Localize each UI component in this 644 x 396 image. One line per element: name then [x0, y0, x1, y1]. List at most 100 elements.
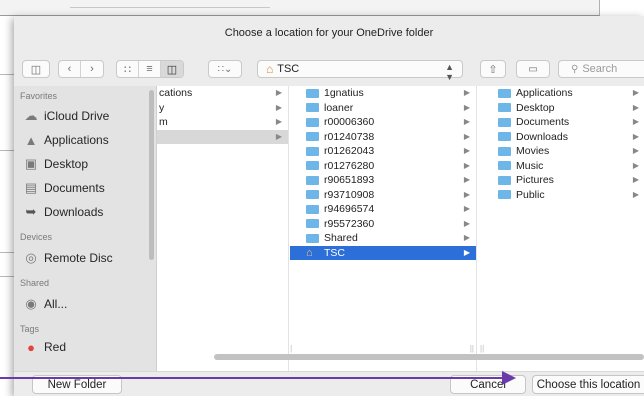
folder-icon [306, 88, 319, 98]
folder-row[interactable]: Documents ▶ [478, 115, 644, 130]
forward-button[interactable]: › [81, 61, 103, 77]
list-item-label: cations [159, 87, 193, 100]
search-icon: ⚲ [571, 63, 579, 75]
sidebar-item-downloads[interactable]: ➥ Downloads [14, 200, 156, 224]
folder-label: TSC [324, 246, 345, 259]
folder-label: r01262043 [324, 145, 375, 158]
share-button[interactable]: ⇧ [480, 60, 506, 78]
horizontal-scrollbar[interactable] [214, 354, 644, 360]
column-resize-handle[interactable]: || [480, 344, 484, 353]
folder-row[interactable]: r90651893 ▶ [290, 173, 476, 188]
chevron-right-icon: ▶ [463, 88, 470, 97]
cloud-icon: ☁ [24, 108, 38, 123]
folder-label: r94696574 [324, 203, 375, 216]
folder-icon [306, 161, 319, 171]
folder-label: Shared [324, 232, 358, 245]
chevron-right-icon: ▶ [632, 175, 639, 184]
tag-button[interactable]: ▭ [516, 60, 550, 78]
disc-icon: ◎ [25, 250, 37, 265]
column-view-button[interactable]: ◫ [161, 61, 183, 77]
column-1: cations ▶ y ▶ m ▶ ▶ [157, 86, 289, 371]
sidebar-item-desktop[interactable]: ▣ Desktop [14, 152, 156, 176]
folder-icon [498, 132, 511, 142]
list-item[interactable]: cations ▶ [157, 86, 288, 101]
search-field[interactable]: ⚲ Search [558, 60, 644, 78]
sidebar-item-remote-disc[interactable]: ◎ Remote Disc [14, 246, 156, 270]
arrange-icon: ∷⌄ [217, 63, 233, 75]
folder-row[interactable]: Music ▶ [478, 159, 644, 174]
list-item-selected[interactable]: ▶ [157, 129, 288, 144]
sidebar-item-label: Applications [44, 133, 109, 147]
background-window [0, 0, 600, 16]
folder-row[interactable]: Public ▶ [478, 188, 644, 203]
sidebar-item-label: Desktop [44, 157, 89, 171]
list-item[interactable]: m ▶ [157, 115, 288, 130]
folder-row[interactable]: Pictures ▶ [478, 173, 644, 188]
folder-icon [498, 103, 511, 113]
sidebar-toggle-button[interactable]: ◫ [22, 60, 50, 78]
background-edge-line [0, 276, 14, 277]
folder-label: Music [516, 159, 544, 172]
folder-row[interactable]: r93710908 ▶ [290, 188, 476, 203]
folder-label: Documents [516, 116, 570, 129]
folder-row[interactable]: r00006360 ▶ [290, 115, 476, 130]
view-mode-control: ∷ ≡ ◫ [116, 60, 184, 78]
chevron-right-icon: ▶ [463, 204, 470, 213]
folder-icon [498, 161, 511, 171]
folder-row[interactable]: r94696574 ▶ [290, 202, 476, 217]
column-resize-handle[interactable]: || [470, 344, 474, 353]
choose-this-location-button[interactable]: Choose this location [532, 375, 644, 394]
sidebar-scrollbar[interactable] [149, 90, 154, 260]
sidebar-item-icloud-drive[interactable]: ☁ iCloud Drive [14, 104, 156, 128]
chevron-right-icon: ▶ [463, 146, 470, 155]
folder-row[interactable]: 1gnatius ▶ [290, 86, 476, 101]
folder-icon [306, 117, 319, 127]
folder-row[interactable]: r95572360 ▶ [290, 217, 476, 232]
background-edge-line [0, 74, 14, 75]
folder-row[interactable]: loaner ▶ [290, 101, 476, 116]
sidebar-item-tag-red[interactable]: ● Red [14, 338, 156, 356]
sidebar-item-label: Remote Disc [44, 251, 113, 265]
background-edge-line [0, 252, 14, 253]
chevron-right-icon: ▶ [463, 218, 470, 228]
chevron-right-icon: ▶ [632, 88, 639, 97]
folder-row[interactable]: Shared ▶ [290, 231, 476, 246]
downloads-icon: ➥ [25, 204, 37, 219]
list-item-label: y [159, 101, 165, 114]
folder-label: r00006360 [324, 116, 375, 129]
folder-icon [306, 132, 319, 142]
sidebar-item-all[interactable]: ◉ All... [14, 292, 156, 316]
icon-view-button[interactable]: ∷ [117, 61, 139, 77]
sidebar-item-applications[interactable]: ▲ Applications [14, 128, 156, 152]
list-view-button[interactable]: ≡ [139, 61, 161, 77]
folder-row[interactable]: Movies ▶ [478, 144, 644, 159]
folder-row[interactable]: Applications ▶ [478, 86, 644, 101]
folder-icon [306, 219, 319, 229]
arrange-button[interactable]: ∷⌄ [208, 60, 242, 78]
chevron-right-icon: ▶ [275, 102, 282, 112]
folder-row[interactable]: Desktop ▶ [478, 101, 644, 116]
back-button[interactable]: ‹ [59, 61, 81, 77]
path-label: TSC [277, 63, 300, 75]
dialog-footer: New Folder Cancel Choose this location [14, 371, 644, 396]
folder-row[interactable]: r01240738 ▶ [290, 130, 476, 145]
folder-icon [498, 190, 511, 200]
chevron-right-icon: ▶ [463, 247, 470, 257]
column-resize-handle[interactable]: || [290, 344, 292, 353]
folder-row[interactable]: Downloads ▶ [478, 130, 644, 145]
folder-row[interactable]: r01262043 ▶ [290, 144, 476, 159]
folder-label: r90651893 [324, 174, 375, 187]
folder-row-selected[interactable]: ⌂ TSC ▶ [290, 245, 476, 260]
sidebar-item-documents[interactable]: ▤ Documents [14, 176, 156, 200]
toolbar: ◫ ‹ › ∷ ≡ ◫ ∷⌄ ⌂ TSC ▲ ▼ ⇧ ▭ ⚲ Search [14, 54, 644, 84]
documents-icon: ▤ [24, 180, 38, 195]
folder-label: r95572360 [324, 217, 375, 230]
path-popup[interactable]: ⌂ TSC ▲ ▼ [257, 60, 463, 82]
folder-icon [498, 146, 511, 156]
list-item[interactable]: y ▶ [157, 101, 288, 116]
folder-icon [306, 233, 319, 243]
folder-label: r01276280 [324, 159, 375, 172]
folder-row[interactable]: r01276280 ▶ [290, 159, 476, 174]
background-edge-line [0, 150, 14, 151]
desktop-icon: ▣ [24, 156, 38, 171]
